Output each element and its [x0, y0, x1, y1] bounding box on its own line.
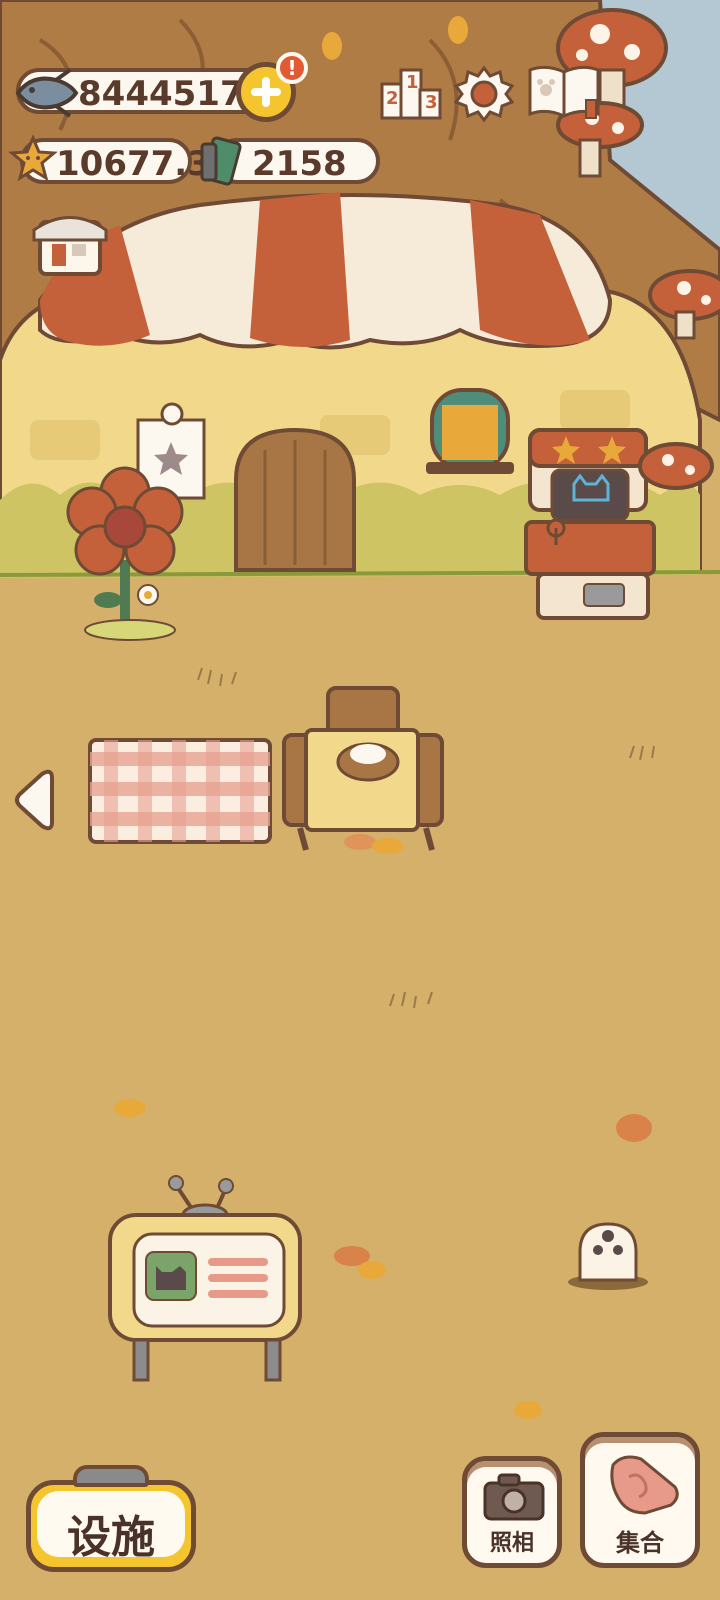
house-door[interactable]: [234, 427, 356, 572]
star-count: 10677.3: [56, 144, 211, 184]
leaf: [514, 1401, 542, 1419]
camera-icon: [483, 1473, 545, 1521]
gather-button[interactable]: 集合: [580, 1432, 700, 1568]
camera-button[interactable]: 照相: [462, 1456, 562, 1568]
arcade-machine[interactable]: [524, 428, 656, 620]
leaf: [448, 16, 468, 44]
shop-icon[interactable]: [32, 216, 108, 276]
facilities-button[interactable]: 设施: [26, 1465, 196, 1572]
game-scene: [0, 0, 720, 1600]
podium-first: 1: [406, 72, 419, 93]
wall-stone: [30, 420, 100, 460]
wall-stone: [560, 390, 630, 430]
clipboard-clip-icon: [73, 1465, 149, 1487]
fish-count: 8444517: [78, 74, 244, 114]
gear-icon[interactable]: [454, 64, 514, 124]
alert-badge-text: !: [287, 56, 297, 80]
plus-icon-vertical: [262, 77, 270, 107]
ticket-count: 2158: [252, 144, 347, 184]
leaf: [358, 1261, 386, 1279]
leaf: [114, 1099, 146, 1117]
podium-second: 2: [386, 88, 399, 109]
ticket-icon: [200, 136, 242, 186]
star-icon: [8, 134, 58, 182]
gather-label: 集合: [616, 1529, 664, 1557]
camera-label: 照相: [489, 1531, 534, 1556]
alert-badge: !: [276, 52, 308, 84]
whistle-icon: [610, 1455, 679, 1515]
podium-third: 3: [425, 92, 438, 113]
leaf: [322, 32, 342, 60]
facilities-label: 设施: [67, 1512, 155, 1563]
picnic-blanket[interactable]: [88, 738, 272, 844]
catalog-book-icon[interactable]: [526, 60, 602, 124]
fish-icon: [15, 68, 79, 118]
leaf: [616, 1114, 652, 1142]
leaderboard-button[interactable]: 2 1 3: [380, 64, 442, 120]
